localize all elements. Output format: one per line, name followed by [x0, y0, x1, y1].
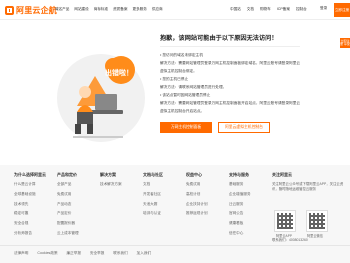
- illustration-text: 出错啦！: [105, 68, 133, 77]
- wechat-qr-code: [306, 210, 328, 232]
- footer-link[interactable]: 云上成本管理: [57, 231, 79, 236]
- nav-item[interactable]: 供应商: [152, 7, 163, 12]
- footer-link[interactable]: 免费试用: [57, 192, 79, 197]
- app-qr-code: [274, 210, 296, 232]
- nav-item[interactable]: 商标标准: [94, 7, 108, 12]
- footer-link[interactable]: 什么是云计算: [14, 182, 46, 187]
- footer-column: 文档与社区 文档 开发者社区 天池大赛 培训与认证: [143, 172, 163, 221]
- brand-logo[interactable]: 阿里云企航: [5, 5, 57, 15]
- footer-link[interactable]: 技术领先: [14, 202, 46, 207]
- follow-section: 关注阿里云 关注阿里云公众号或下载阿里云APP，关注云资讯，随时随地运维管控云服…: [272, 172, 348, 192]
- divider: [160, 46, 300, 47]
- error-illustration: 出错啦！: [57, 54, 145, 142]
- qr-caption: 阿里云微信: [307, 234, 323, 238]
- main-nav: 域名产品 网站建设 商标标准 资质备案 更多服务 供应商: [55, 7, 168, 12]
- wanwang-console-button[interactable]: 万网主机控制面板: [160, 122, 212, 133]
- join-us-link[interactable]: 加入我们: [137, 251, 151, 256]
- top-header: 阿里云企航 域名产品 网站建设 商标标准 资质备案 更多服务 供应商 中国站 文…: [0, 0, 350, 20]
- footer-column: 产品和定价 全部产品 免费试用 产品动态 产品定价 配置报价器 云上成本管理: [57, 172, 79, 241]
- footer-link[interactable]: 企业扶持计划: [186, 202, 208, 207]
- error-title: 抱歉，该网站可能由于以下原因无法访问！: [160, 35, 278, 42]
- footer-link[interactable]: 推荐返现计划: [186, 211, 208, 216]
- legal-link[interactable]: 法律声明: [14, 251, 28, 256]
- reason-line: 虚拟主机控制台开启站点。: [160, 109, 205, 113]
- nav-item[interactable]: 网站建设: [74, 7, 88, 12]
- footer-link[interactable]: 全球基础设施: [14, 192, 46, 197]
- footer-link[interactable]: 基础服务: [229, 182, 251, 187]
- footer-link[interactable]: 健康看板: [229, 221, 251, 226]
- reason-line: 虚拟主机控制台绑定。: [160, 69, 197, 73]
- footer-column-heading: 产品和定价: [57, 172, 77, 177]
- reason-line: 解决方法：需要网站管理员登录万网主机控制面板绑定域名，阿里云账号请登录阿里云: [160, 61, 301, 65]
- docs-link[interactable]: 文档: [247, 7, 254, 12]
- footer-link[interactable]: 稳定可靠: [14, 211, 46, 216]
- follow-heading: 关注阿里云: [272, 172, 292, 177]
- reason-line: • 您的主机已停止: [160, 77, 189, 81]
- login-link[interactable]: 登录: [320, 6, 327, 11]
- footer-link[interactable]: 企业增值服务: [229, 192, 251, 197]
- follow-text: 关注阿里云公众号或下载阿里云APP，关注云资讯，随时随地运维管控云服务: [272, 182, 344, 191]
- footer-link[interactable]: 信任中心: [229, 231, 251, 236]
- footer-link[interactable]: 高校计划: [186, 192, 208, 197]
- icp-link[interactable]: ICP备案: [277, 7, 290, 12]
- aliyun-host-console-button[interactable]: 阿里云虚拟主机控制台: [218, 122, 270, 133]
- footer-column-heading: 文档与社区: [143, 172, 163, 177]
- footer-column-heading: 支持与服务: [229, 172, 249, 177]
- footer-column-heading: 权益中心: [186, 172, 202, 177]
- reason-line: • 该站点暂时因网站管理员停止: [160, 93, 211, 97]
- integrity-report-link[interactable]: 廉正举报: [67, 251, 81, 256]
- footer-column: 权益中心 免费试用 高校计划 企业扶持计划 推荐返现计划: [186, 172, 208, 221]
- footer-link[interactable]: 分析师报告: [14, 231, 46, 236]
- footer-link[interactable]: 产品定价: [57, 211, 79, 216]
- footer-divider: [0, 245, 350, 246]
- footer-link[interactable]: 技术解决方案: [100, 182, 122, 187]
- brand-name: 阿里云企航: [16, 5, 57, 15]
- footer-bottom-links: 法律声明 Cookies政策 廉正举报 安全举报 联系我们 加入我们: [14, 251, 160, 256]
- footer-link[interactable]: 天池大赛: [143, 202, 163, 207]
- footer-link[interactable]: 官网公告: [229, 211, 251, 216]
- footer-link[interactable]: 安全合规: [14, 221, 46, 226]
- footer-link[interactable]: 配置报价器: [57, 221, 79, 226]
- side-register-button[interactable]: 立即注册 享受: [340, 38, 350, 48]
- footer-link[interactable]: 文档: [143, 182, 163, 187]
- nav-item[interactable]: 更多服务: [133, 7, 147, 12]
- region-switch[interactable]: 中国站: [230, 7, 241, 12]
- footer-column: 为什么选择阿里云 什么是云计算 全球基础设施 技术领先 稳定可靠 安全合规 分析…: [14, 172, 46, 241]
- footer-link[interactable]: 免费试用: [186, 182, 208, 187]
- contact-phone: 联系我们：4008013260: [272, 238, 308, 242]
- contact-link[interactable]: 联系我们: [113, 251, 127, 256]
- reason-line: 解决方法：请联系网站管理员进行处理。: [160, 85, 227, 89]
- footer-link[interactable]: 迁云服务: [229, 202, 251, 207]
- nav-item[interactable]: 域名产品: [55, 7, 69, 12]
- footer-link[interactable]: 产品动态: [57, 202, 79, 207]
- console-link[interactable]: 控制台: [296, 7, 307, 12]
- cart-link[interactable]: 购物车: [260, 7, 271, 12]
- footer-column: 支持与服务 基础服务 企业增值服务 迁云服务 官网公告 健康看板 信任中心: [229, 172, 251, 241]
- register-button[interactable]: 立即注册: [334, 3, 350, 17]
- reason-line: • 您访问的域名未绑定主机: [160, 53, 203, 57]
- logo-icon: [5, 5, 14, 15]
- footer-link[interactable]: 开发者社区: [143, 192, 163, 197]
- right-nav: 中国站 文档 购物车 ICP备案 控制台: [230, 7, 313, 12]
- security-report-link[interactable]: 安全举报: [90, 251, 104, 256]
- reason-line: 解决方法：需要网站管理员登录万网主机控制面板开启站点，阿里云账号请登录阿里云: [160, 101, 301, 105]
- footer-column: 解决方案 技术解决方案: [100, 172, 122, 192]
- footer-link[interactable]: 全部产品: [57, 182, 79, 187]
- footer-column-heading: 为什么选择阿里云: [14, 172, 46, 177]
- footer-column-heading: 解决方案: [100, 172, 116, 177]
- nav-item[interactable]: 资质备案: [113, 7, 127, 12]
- footer-link[interactable]: 培训与认证: [143, 211, 163, 216]
- cookies-link[interactable]: Cookies政策: [37, 251, 57, 256]
